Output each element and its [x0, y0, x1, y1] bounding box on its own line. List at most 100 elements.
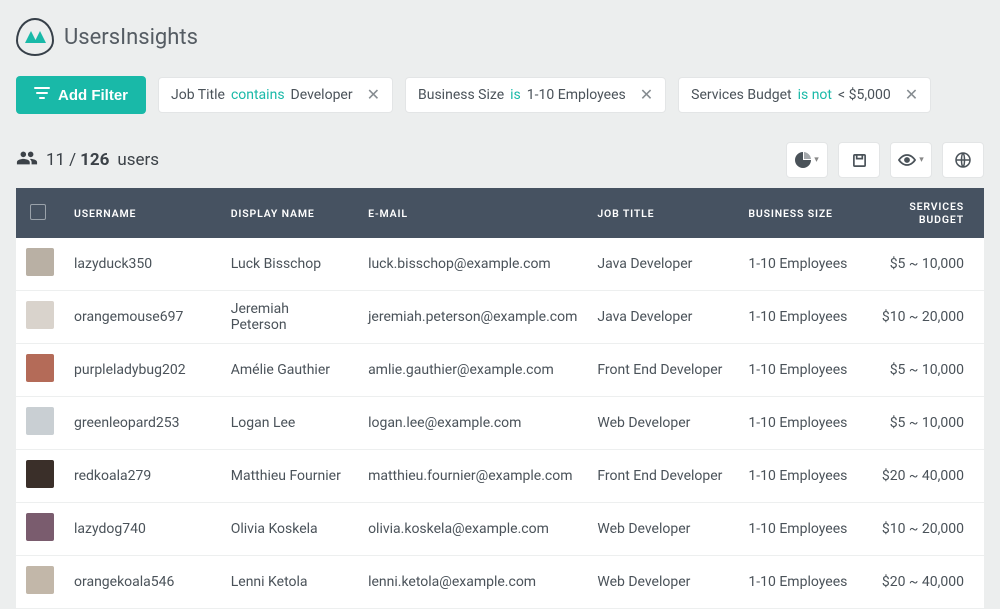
col-business-size[interactable]: BUSINESS SIZE	[738, 188, 868, 238]
cell-job-title: Front End Developer	[587, 450, 738, 503]
close-icon[interactable]: ✕	[640, 87, 653, 103]
filter-chip[interactable]: Job Title contains Developer ✕	[158, 77, 393, 113]
cell-job-title: Front End Developer	[587, 344, 738, 397]
cell-job-title: Web Developer	[587, 503, 738, 556]
cell-business-size: 1-10 Employees	[738, 397, 868, 450]
globe-button[interactable]	[942, 142, 984, 178]
table-row[interactable]: lazyduck350Luck Bisschopluck.bisschop@ex…	[16, 238, 984, 291]
visibility-button[interactable]: ▾	[890, 142, 932, 178]
count-total: 126	[80, 150, 109, 170]
table-row[interactable]: lazydog740Olivia Koskelaolivia.koskela@e…	[16, 503, 984, 556]
cell-username: orangemouse697	[64, 291, 221, 344]
chart-button[interactable]: ▾	[786, 142, 828, 178]
cell-services-budget: $5 ~ 10,000	[868, 397, 984, 450]
cell-business-size: 1-10 Employees	[738, 344, 868, 397]
cell-display-name: Olivia Koskela	[221, 503, 358, 556]
cell-username: greenleopard253	[64, 397, 221, 450]
cell-services-budget: $20 ~ 40,000	[868, 556, 984, 609]
filter-chip[interactable]: Business Size is 1-10 Employees ✕	[405, 77, 666, 113]
cell-email: olivia.koskela@example.com	[358, 503, 587, 556]
cell-business-size: 1-10 Employees	[738, 238, 868, 291]
filter-operator: is not	[798, 87, 832, 103]
table-row[interactable]: purpleladybug202Amélie Gauthieramlie.gau…	[16, 344, 984, 397]
cell-display-name: Lenni Ketola	[221, 556, 358, 609]
cell-job-title: Web Developer	[587, 397, 738, 450]
avatar	[26, 248, 54, 276]
filter-field: Job Title	[171, 87, 225, 103]
select-all-checkbox[interactable]	[30, 204, 46, 220]
chevron-down-icon: ▾	[919, 155, 924, 165]
avatar	[26, 460, 54, 488]
cell-job-title: Web Developer	[587, 556, 738, 609]
cell-username: lazyduck350	[64, 238, 221, 291]
cell-display-name: Amélie Gauthier	[221, 344, 358, 397]
cell-email: matthieu.fournier@example.com	[358, 450, 587, 503]
cell-username: purpleladybug202	[64, 344, 221, 397]
col-job-title[interactable]: JOB TITLE	[587, 188, 738, 238]
people-icon	[16, 147, 38, 174]
cell-username: lazydog740	[64, 503, 221, 556]
close-icon[interactable]: ✕	[905, 87, 918, 103]
filter-field: Services Budget	[691, 87, 791, 103]
count-row: 11 / 126 users ▾ ▾	[0, 128, 1000, 188]
filter-operator: is	[510, 87, 521, 103]
filter-operator: contains	[231, 87, 285, 103]
filter-value: < $5,000	[838, 87, 891, 103]
add-filter-label: Add Filter	[58, 87, 128, 104]
filter-value: Developer	[291, 87, 353, 103]
brand-name: UsersInsights	[64, 25, 198, 50]
count-label: users	[117, 150, 159, 170]
cell-display-name: Logan Lee	[221, 397, 358, 450]
table-row[interactable]: redkoala279Matthieu Fourniermatthieu.fou…	[16, 450, 984, 503]
avatar	[26, 566, 54, 594]
cell-services-budget: $10 ~ 20,000	[868, 503, 984, 556]
cell-services-budget: $20 ~ 40,000	[868, 450, 984, 503]
avatar	[26, 407, 54, 435]
cell-business-size: 1-10 Employees	[738, 291, 868, 344]
cell-business-size: 1-10 Employees	[738, 503, 868, 556]
table-header-row: USERNAME DISPLAY NAME E-MAIL JOB TITLE B…	[16, 188, 984, 238]
filter-chip[interactable]: Services Budget is not < $5,000 ✕	[678, 77, 931, 113]
cell-services-budget: $5 ~ 10,000	[868, 344, 984, 397]
add-filter-button[interactable]: Add Filter	[16, 76, 146, 114]
filter-value: 1-10 Employees	[527, 87, 626, 103]
save-button[interactable]	[838, 142, 880, 178]
cell-business-size: 1-10 Employees	[738, 450, 868, 503]
col-display-name[interactable]: DISPLAY NAME	[221, 188, 358, 238]
users-table: USERNAME DISPLAY NAME E-MAIL JOB TITLE B…	[16, 188, 984, 609]
cell-username: orangekoala546	[64, 556, 221, 609]
cell-business-size: 1-10 Employees	[738, 556, 868, 609]
table-row[interactable]: orangekoala546Lenni Ketolalenni.ketola@e…	[16, 556, 984, 609]
cell-display-name: Luck Bisschop	[221, 238, 358, 291]
col-services-budget[interactable]: SERVICES BUDGET	[868, 188, 984, 238]
cell-email: logan.lee@example.com	[358, 397, 587, 450]
close-icon[interactable]: ✕	[367, 87, 380, 103]
avatar	[26, 301, 54, 329]
col-username[interactable]: USERNAME	[64, 188, 221, 238]
cell-job-title: Java Developer	[587, 291, 738, 344]
cell-services-budget: $10 ~ 20,000	[868, 291, 984, 344]
cell-email: luck.bisschop@example.com	[358, 238, 587, 291]
table-row[interactable]: greenleopard253Logan Leelogan.lee@exampl…	[16, 397, 984, 450]
chevron-down-icon: ▾	[814, 155, 819, 165]
cell-job-title: Java Developer	[587, 238, 738, 291]
count-sep: /	[69, 150, 76, 170]
count-actions: ▾ ▾	[786, 142, 984, 178]
filter-field: Business Size	[418, 87, 504, 103]
count-shown: 11	[46, 150, 65, 170]
avatar	[26, 354, 54, 382]
avatar	[26, 513, 54, 541]
filter-icon	[34, 86, 50, 104]
cell-username: redkoala279	[64, 450, 221, 503]
user-count: 11 / 126 users	[16, 147, 159, 174]
logo-icon	[16, 18, 54, 56]
cell-display-name: Jeremiah Peterson	[221, 291, 358, 344]
cell-services-budget: $5 ~ 10,000	[868, 238, 984, 291]
cell-display-name: Matthieu Fournier	[221, 450, 358, 503]
col-email[interactable]: E-MAIL	[358, 188, 587, 238]
cell-email: jeremiah.peterson@example.com	[358, 291, 587, 344]
cell-email: amlie.gauthier@example.com	[358, 344, 587, 397]
filters-toolbar: Add Filter Job Title contains Developer ✕…	[0, 76, 1000, 128]
cell-email: lenni.ketola@example.com	[358, 556, 587, 609]
table-row[interactable]: orangemouse697Jeremiah Petersonjeremiah.…	[16, 291, 984, 344]
